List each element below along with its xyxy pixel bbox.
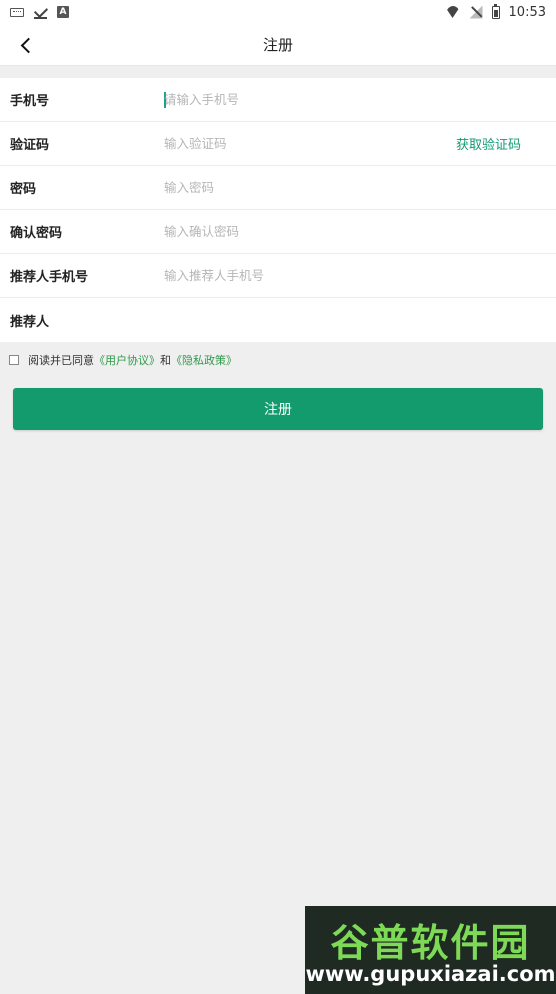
get-code-button[interactable]: 获取验证码 <box>456 134 521 153</box>
referrer-label: 推荐人 <box>10 314 50 330</box>
code-label: 验证码 <box>10 138 50 153</box>
referrer-row: 推荐人 <box>0 298 556 342</box>
referrer-phone-row: 推荐人手机号 <box>0 254 556 298</box>
status-bar: A 10:53 <box>0 0 556 24</box>
battery-icon <box>491 3 500 19</box>
confirm-password-row: 确认密码 <box>0 210 556 254</box>
phone-input[interactable] <box>164 84 434 115</box>
referrer-input[interactable] <box>164 305 434 335</box>
privacy-policy-link[interactable]: 《隐私政策》 <box>171 352 237 368</box>
page-title: 注册 <box>262 36 293 54</box>
phone-row: 手机号 <box>0 78 556 122</box>
register-button[interactable]: 注册 <box>13 388 543 430</box>
watermark-title: 谷普软件园 <box>330 921 531 965</box>
watermark-logo: 谷普软件园 www.gupuxiazai.com <box>305 906 556 994</box>
agreement-prefix: 阅读并已同意 <box>28 354 94 367</box>
nav-bar: 注册 <box>0 24 556 66</box>
no-signal-icon <box>470 6 483 19</box>
a-notification-icon: A <box>57 6 69 18</box>
code-input[interactable] <box>164 128 394 159</box>
password-label: 密码 <box>10 182 37 197</box>
referrer-phone-input[interactable] <box>164 260 434 291</box>
password-input[interactable] <box>164 172 434 203</box>
check-icon <box>34 6 47 19</box>
keyboard-icon <box>10 7 24 17</box>
wifi-icon <box>445 6 461 18</box>
confirm-password-input[interactable] <box>164 216 434 247</box>
referrer-phone-label: 推荐人手机号 <box>10 270 89 285</box>
register-form: 手机号 验证码 获取验证码 密码 确认密码 推荐人手机号 推荐人 <box>0 78 556 342</box>
status-bar-left: A <box>10 6 69 19</box>
user-agreement-link[interactable]: 《用户协议》 <box>94 352 160 368</box>
code-row: 验证码 获取验证码 <box>0 122 556 166</box>
status-time: 10:53 <box>508 4 546 20</box>
agreement-checkbox[interactable] <box>9 355 19 365</box>
agreement-and: 和 <box>160 354 171 367</box>
confirm-password-label: 确认密码 <box>10 226 63 241</box>
watermark-url: www.gupuxiazai.com <box>305 962 556 986</box>
status-bar-right: 10:53 <box>445 3 546 20</box>
password-row: 密码 <box>0 166 556 210</box>
phone-label: 手机号 <box>10 94 50 109</box>
agreement: 阅读并已同意 《用户协议》 和 《隐私政策》 <box>9 352 237 368</box>
